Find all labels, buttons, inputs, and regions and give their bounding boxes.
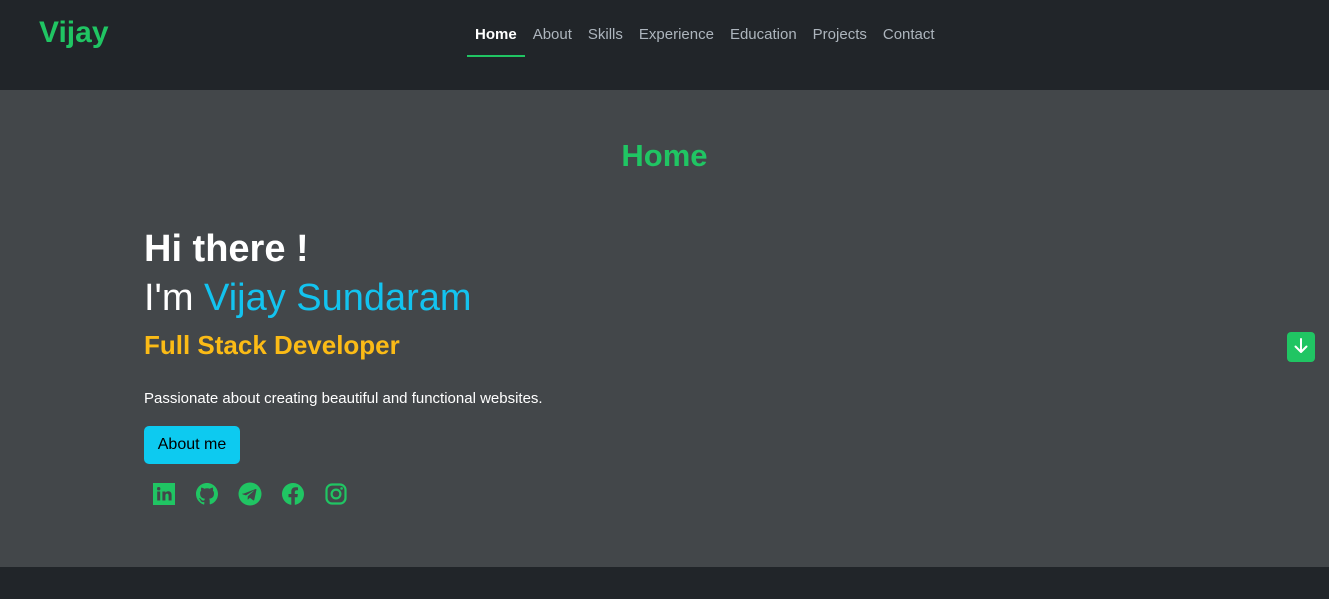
- facebook-icon[interactable]: [281, 482, 324, 507]
- nav-item-experience[interactable]: Experience: [631, 0, 722, 57]
- hero-section: Home Hi there ! I'm Vijay Sundaram Full …: [0, 90, 1329, 567]
- greeting-heading: Hi there !: [144, 228, 309, 270]
- person-name: Vijay Sundaram: [204, 277, 472, 319]
- nav-item-contact[interactable]: Contact: [875, 0, 943, 57]
- instagram-icon[interactable]: [324, 482, 367, 507]
- tagline: Passionate about creating beautiful and …: [144, 390, 543, 407]
- intro-heading: I'm Vijay Sundaram: [144, 279, 472, 317]
- nav-item-projects[interactable]: Projects: [805, 0, 875, 57]
- telegram-icon[interactable]: [238, 482, 281, 507]
- footer-strip: [0, 567, 1329, 599]
- intro-prefix: I'm: [144, 277, 205, 319]
- navbar: Vijay Home About Skills Experience Educa…: [0, 0, 1329, 90]
- social-links: [152, 482, 367, 507]
- brand-logo[interactable]: Vijay: [39, 16, 109, 50]
- main-nav: Home About Skills Experience Education P…: [467, 0, 943, 58]
- about-me-button[interactable]: About me: [144, 426, 240, 464]
- nav-item-home[interactable]: Home: [467, 0, 525, 57]
- section-title: Home: [621, 138, 708, 173]
- github-icon[interactable]: [195, 482, 238, 507]
- arrow-down-icon: [1294, 337, 1308, 357]
- linkedin-icon[interactable]: [152, 482, 195, 507]
- role-heading: Full Stack Developer: [144, 330, 400, 360]
- nav-item-education[interactable]: Education: [722, 0, 805, 57]
- scroll-down-button[interactable]: [1287, 332, 1315, 362]
- nav-item-about[interactable]: About: [525, 0, 580, 57]
- nav-item-skills[interactable]: Skills: [580, 0, 631, 57]
